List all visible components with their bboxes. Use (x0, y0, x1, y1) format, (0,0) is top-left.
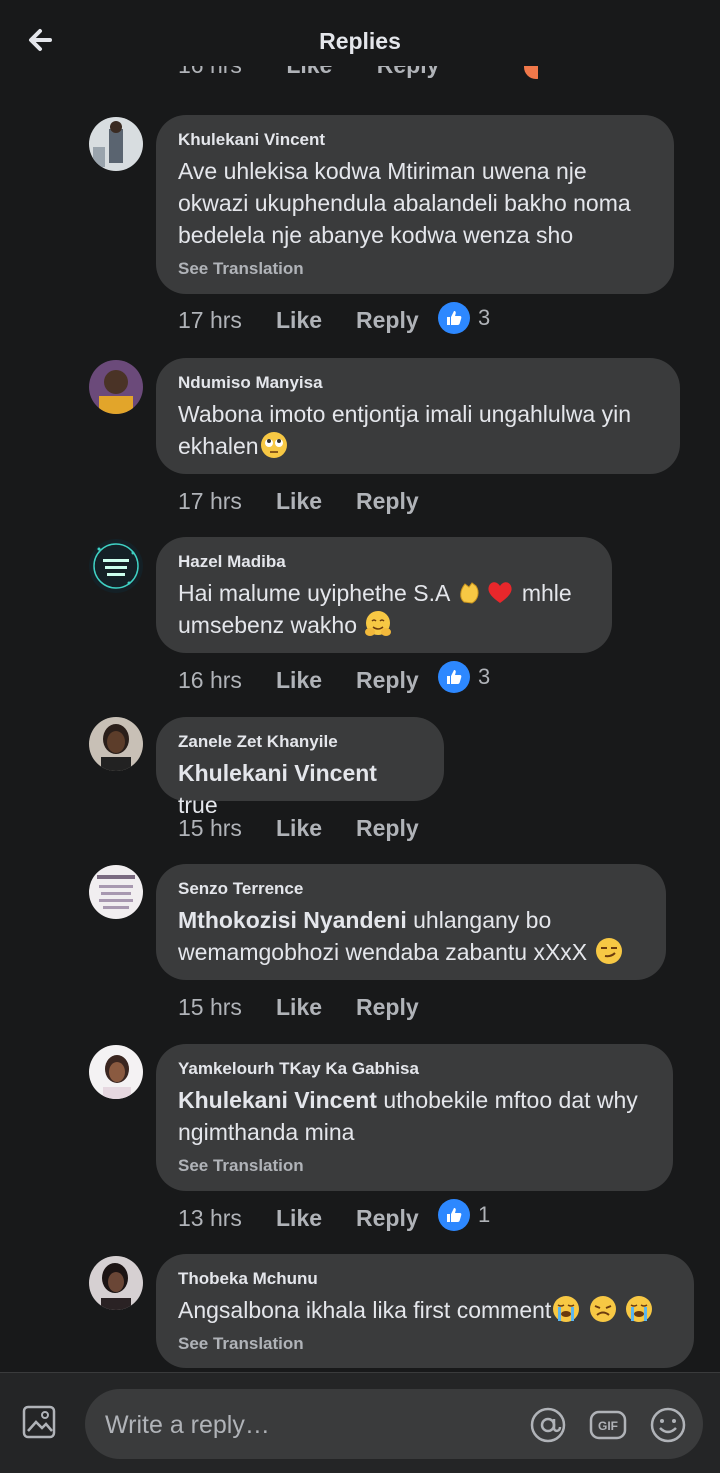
comment-time: 15 hrs (178, 815, 276, 842)
comment-text: Ave uhlekisa kodwa Mtiriman uwena nje ok… (178, 155, 652, 251)
partial-like-button[interactable]: Like (286, 66, 332, 78)
page-title: Replies (0, 28, 720, 55)
reply-button[interactable]: Reply (356, 1205, 419, 1232)
reaction-count: 3 (478, 305, 490, 331)
comment-author[interactable]: Hazel Madiba (178, 551, 590, 573)
mention-at-icon[interactable] (529, 1406, 567, 1444)
clapping-hands-emoji-icon (456, 578, 484, 606)
comment-actions: 15 hrsLikeReply (178, 815, 419, 842)
comment-text: Mthokozisi Nyandeni uhlangany bo wemamgo… (178, 904, 644, 968)
reply-input-container[interactable]: GIF (85, 1389, 703, 1459)
photo-icon[interactable] (20, 1403, 62, 1443)
loudly-crying-emoji-icon (552, 1295, 580, 1323)
comment-author[interactable]: Zanele Zet Khanyile (178, 731, 422, 753)
comment-bubble[interactable]: Hazel Madiba Hai malume uyiphethe S.A mh… (156, 537, 612, 653)
like-reaction-icon (438, 661, 470, 693)
like-button[interactable]: Like (276, 307, 356, 334)
comment-text: Angsalbona ikhala lika first comment (178, 1294, 672, 1326)
see-translation-link[interactable]: See Translation (178, 1156, 651, 1176)
mention-link[interactable]: Khulekani Vincent (178, 1087, 377, 1113)
reaction-summary[interactable]: 3 (438, 661, 490, 693)
comment-actions: 16 hrsLikeReply (178, 667, 419, 694)
comment-text: Wabona imoto entjontja imali ungahlulwa … (178, 398, 658, 462)
like-button[interactable]: Like (276, 815, 356, 842)
reply-button[interactable]: Reply (356, 815, 419, 842)
like-button[interactable]: Like (276, 994, 356, 1021)
red-heart-emoji-icon (486, 578, 514, 606)
comment-author[interactable]: Yamkelourh TKay Ka Gabhisa (178, 1058, 651, 1080)
comment-text: Hai malume uyiphethe S.A mhleumsebenz wa… (178, 577, 590, 641)
comment-bubble[interactable]: Yamkelourh TKay Ka Gabhisa Khulekani Vin… (156, 1044, 673, 1191)
reply-button[interactable]: Reply (356, 667, 419, 694)
svg-text:GIF: GIF (598, 1419, 618, 1433)
reaction-count: 1 (478, 1202, 490, 1228)
comment-time: 15 hrs (178, 994, 276, 1021)
like-reaction-icon (438, 1199, 470, 1231)
reply-input[interactable] (103, 1389, 507, 1461)
eye-roll-emoji-icon (260, 431, 288, 459)
comment-time: 13 hrs (178, 1205, 276, 1232)
partial-reply-button[interactable]: Reply (377, 66, 440, 78)
loudly-crying-emoji-icon (625, 1295, 653, 1323)
reaction-summary[interactable]: 3 (438, 302, 490, 334)
avatar[interactable] (89, 717, 143, 771)
comment-author[interactable]: Khulekani Vincent (178, 129, 652, 151)
comment-bubble[interactable]: Thobeka Mchunu Angsalbona ikhala lika fi… (156, 1254, 694, 1368)
hugging-face-emoji-icon (364, 610, 392, 638)
reaction-count: 3 (478, 664, 490, 690)
comment-actions: 17 hrsLikeReply (178, 488, 419, 515)
avatar[interactable] (89, 1045, 143, 1099)
like-button[interactable]: Like (276, 488, 356, 515)
like-button[interactable]: Like (276, 1205, 356, 1232)
mention-link[interactable]: Mthokozisi Nyandeni (178, 907, 407, 933)
weary-face-emoji-icon (589, 1295, 617, 1323)
reply-composer: GIF (0, 1372, 720, 1473)
avatar[interactable] (89, 360, 143, 414)
reply-button[interactable]: Reply (356, 488, 419, 515)
comment-bubble[interactable]: Senzo Terrence Mthokozisi Nyandeni uhlan… (156, 864, 666, 980)
partial-action-row: 16 hrs Like Reply (178, 66, 538, 92)
emoji-smiley-icon[interactable] (649, 1406, 687, 1444)
comment-actions: 17 hrsLikeReply (178, 307, 419, 334)
comment-bubble[interactable]: Ndumiso Manyisa Wabona imoto entjontja i… (156, 358, 680, 474)
see-translation-link[interactable]: See Translation (178, 259, 652, 279)
comment-time: 17 hrs (178, 488, 276, 515)
comment-time: 16 hrs (178, 667, 276, 694)
comment-author[interactable]: Ndumiso Manyisa (178, 372, 658, 394)
see-translation-link[interactable]: See Translation (178, 1334, 672, 1354)
reaction-summary[interactable]: 1 (438, 1199, 490, 1231)
gif-icon[interactable]: GIF (589, 1406, 627, 1444)
reply-button[interactable]: Reply (356, 307, 419, 334)
comment-bubble[interactable]: Khulekani Vincent Ave uhlekisa kodwa Mti… (156, 115, 674, 294)
comment-author[interactable]: Senzo Terrence (178, 878, 644, 900)
comment-text: Khulekani Vincent uthobekile mftoo dat w… (178, 1084, 651, 1148)
avatar[interactable] (89, 1256, 143, 1310)
comment-time: 17 hrs (178, 307, 276, 334)
like-reaction-icon (438, 302, 470, 334)
haha-reaction-icon (524, 66, 538, 79)
comment-bubble[interactable]: Zanele Zet Khanyile Khulekani Vincent tr… (156, 717, 444, 801)
avatar[interactable] (89, 117, 143, 171)
mention-link[interactable]: Khulekani Vincent (178, 760, 377, 786)
avatar[interactable] (89, 865, 143, 919)
comment-actions: 13 hrsLikeReply (178, 1205, 419, 1232)
smirking-face-emoji-icon (595, 937, 623, 965)
comment-author[interactable]: Thobeka Mchunu (178, 1268, 672, 1290)
reply-button[interactable]: Reply (356, 994, 419, 1021)
comment-actions: 15 hrsLikeReply (178, 994, 419, 1021)
avatar[interactable] (89, 539, 143, 593)
like-button[interactable]: Like (276, 667, 356, 694)
partial-time: 16 hrs (178, 66, 242, 78)
comment-text: Khulekani Vincent true (178, 757, 422, 821)
